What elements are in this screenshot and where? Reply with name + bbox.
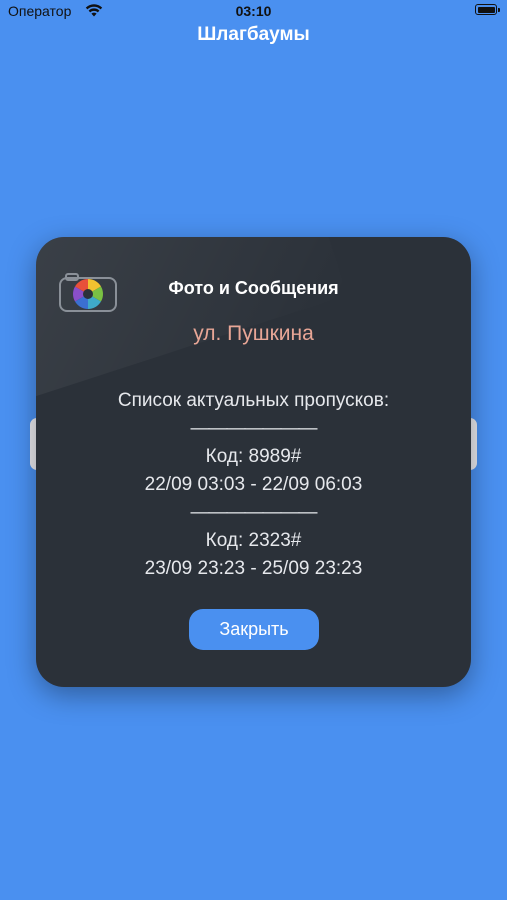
clock: 03:10 (235, 3, 272, 19)
dialog-title: Фото и Сообщения (168, 278, 339, 298)
page-title: Шлагбаумы (197, 24, 310, 45)
battery-icon (475, 4, 500, 15)
separator: ——————— (190, 418, 318, 439)
pass-period: 22/09 03:03 - 22/09 06:03 (144, 474, 363, 495)
passes-list: Список актуальных пропусков: ——————— Код… (36, 387, 471, 583)
separator: ——————— (190, 502, 318, 523)
passes-dialog: Фото и Сообщения ул. Пушкина Список акту… (36, 237, 471, 687)
status-bar: Оператор 03:10 (0, 0, 507, 22)
passes-heading: Список актуальных пропусков: (117, 390, 390, 411)
pass-code: Код: 8989# (205, 446, 302, 467)
pass-period: 23/09 23:23 - 25/09 23:23 (144, 558, 363, 579)
address-label: ул. Пушкина (193, 322, 314, 345)
pass-code: Код: 2323# (205, 530, 302, 551)
close-button[interactable]: Закрыть (189, 609, 319, 650)
